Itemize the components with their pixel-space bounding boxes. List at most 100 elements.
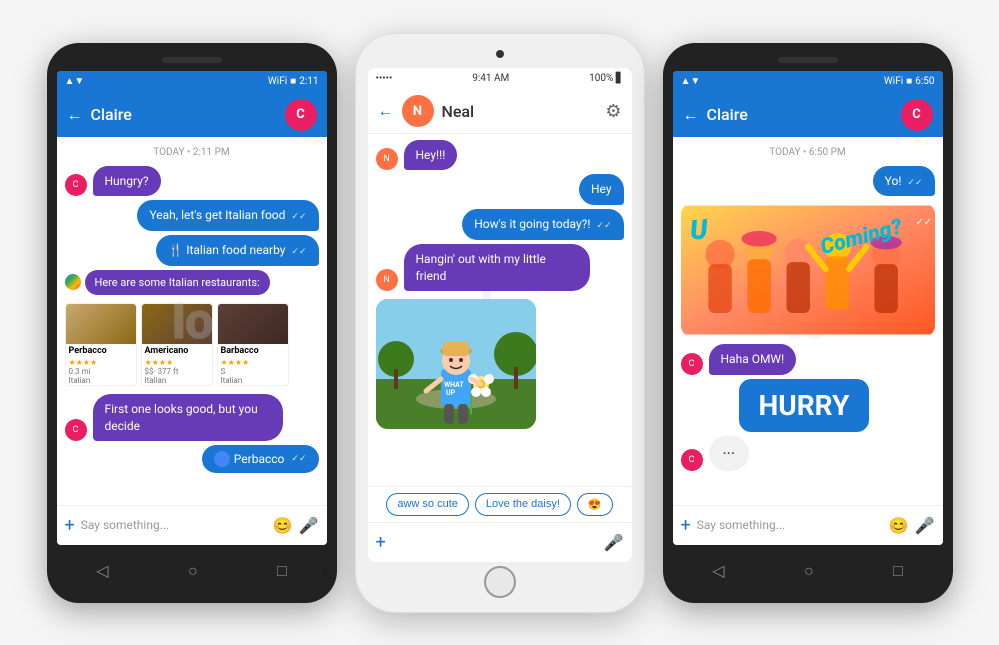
card-name-1: Perbacco [66, 344, 136, 358]
screen-left: ▲▼ WiFi ■ 2:11 ← Claire C Io TODAY • 2:1… [57, 71, 327, 545]
home-nav-right[interactable]: ○ [804, 561, 814, 581]
child-photo-svg: WHAT UP [376, 299, 536, 429]
photo-placeholder-center: WHAT UP [376, 299, 536, 429]
status-bar-right: ▲▼ WiFi ■ 6:50 [673, 71, 943, 93]
date-label-right: TODAY • 6:50 PM [681, 147, 935, 158]
avatar-c1: N [376, 148, 398, 170]
bubble-r3: Haha OMW! [709, 344, 797, 375]
plus-button-left[interactable]: + [65, 515, 75, 536]
status-left-info: ▲▼ [65, 76, 85, 87]
speaker-right [778, 57, 838, 63]
phone-right: ▲▼ WiFi ■ 6:50 ← Claire C Io TODAY • 6:5… [663, 43, 953, 603]
msg-row-m4: Here are some Italian restaurants: [65, 270, 319, 295]
chat-header-center: ← N Neal ⚙ [368, 90, 632, 134]
avatar-left: C [285, 99, 317, 131]
screen-right: ▲▼ WiFi ■ 6:50 ← Claire C Io TODAY • 6:5… [673, 71, 943, 545]
nav-bar-right: ◁ ○ □ [673, 553, 943, 589]
msg-row-m2: Yeah, let's get Italian food ✓✓ [65, 200, 319, 231]
message-input-left[interactable]: Say something... [81, 518, 267, 532]
group-photo-container: U Coming? ✓✓ [681, 204, 935, 336]
emoji-button-right[interactable]: 😊 [889, 516, 909, 535]
card-img-2 [142, 304, 212, 344]
nav-bar-left: ◁ ○ □ [57, 553, 327, 589]
chat-area-left: Io TODAY • 2:11 PM C Hungry? Yeah, let's… [57, 137, 327, 505]
bubble-c3: How's it going today?! ✓✓ [462, 209, 623, 240]
input-bar-left[interactable]: + Say something... 😊 🎤 [57, 505, 327, 545]
msg-row-m6: C First one looks good, but you decide [65, 394, 319, 442]
mic-button-left[interactable]: 🎤 [299, 516, 319, 535]
card-info-2: $$· 377 ft [142, 367, 212, 376]
card-img-1 [66, 304, 136, 344]
chat-area-right: Io TODAY • 6:50 PM Yo! ✓✓ [673, 137, 943, 505]
bubble-r4: HURRY [739, 379, 870, 432]
status-right-center: 100% ▋ [589, 73, 623, 84]
message-input-right[interactable]: Say something... [697, 518, 883, 532]
contact-name-center: Neal [442, 102, 598, 121]
status-bar-left: ▲▼ WiFi ■ 2:11 [57, 71, 327, 93]
screen-center: ••••• 9:41 AM 100% ▋ ← N Neal ⚙ Io N Hey… [368, 68, 632, 562]
restaurant-card-1[interactable]: Perbacco ★★★★ 0.3 mi Italian [65, 303, 137, 386]
status-signal-center: ••••• [376, 73, 393, 84]
msg-row-c1: N Hey!!! [376, 140, 624, 171]
card-stars-3: ★★★★ [218, 358, 288, 367]
card-name-2: Americano [142, 344, 212, 358]
recents-nav-left[interactable]: □ [277, 561, 287, 581]
bubble-m3: 🍴 Italian food nearby ✓✓ [156, 235, 318, 266]
smart-reply-1[interactable]: aww so cute [386, 493, 469, 516]
msg-row-r1: Yo! ✓✓ [681, 166, 935, 197]
msg-row-m3: 🍴 Italian food nearby ✓✓ [65, 235, 319, 266]
bubble-r1: Yo! ✓✓ [873, 166, 935, 197]
bubble-m1: Hungry? [93, 166, 161, 197]
avatar-center: N [402, 95, 434, 127]
bubble-m7: Perbacco ✓✓ [202, 445, 319, 473]
input-bar-center[interactable]: + 🎤 [368, 522, 632, 562]
home-nav-left[interactable]: ○ [188, 561, 198, 581]
card-stars-1: ★★★★ [66, 358, 136, 367]
smart-reply-3[interactable]: 😍 [577, 493, 613, 516]
home-button-area [368, 562, 632, 602]
perbacco-text: Perbacco [234, 452, 285, 466]
back-button-right[interactable]: ← [683, 105, 699, 125]
restaurant-card-2[interactable]: Americano ★★★★ $$· 377 ft Italian [141, 303, 213, 386]
recents-nav-right[interactable]: □ [893, 561, 903, 581]
card-type-1: Italian [66, 376, 136, 385]
phone-center: ••••• 9:41 AM 100% ▋ ← N Neal ⚙ Io N Hey… [355, 33, 645, 613]
home-button[interactable] [484, 566, 516, 598]
restaurant-cards: Perbacco ★★★★ 0.3 mi Italian Americano ★… [65, 303, 319, 386]
wifi-icon-right: WiFi [884, 76, 903, 87]
mic-button-center[interactable]: 🎤 [604, 533, 624, 552]
chat-area-center: Io N Hey!!! Hey How's it going today?! ✓… [368, 134, 632, 486]
back-button-center[interactable]: ← [378, 101, 394, 121]
plus-button-center[interactable]: + [376, 532, 386, 553]
gear-icon-center[interactable]: ⚙ [605, 101, 621, 122]
assistant-bubble: Here are some Italian restaurants: [85, 270, 270, 295]
bubble-r5: ··· [709, 436, 750, 471]
msg-row-m7: Perbacco ✓✓ [65, 445, 319, 473]
restaurant-card-3[interactable]: Barbacco ★★★★ S Italian [217, 303, 289, 386]
msg-row-r4: HURRY [709, 379, 935, 432]
back-nav-left[interactable]: ◁ [96, 561, 108, 580]
plus-button-right[interactable]: + [681, 515, 691, 536]
mic-button-right[interactable]: 🎤 [915, 516, 935, 535]
msg-row-m1: C Hungry? [65, 166, 319, 197]
smart-reply-2[interactable]: Love the daisy! [475, 493, 571, 516]
card-img-3 [218, 304, 288, 344]
status-right-info: WiFi ■ 2:11 [268, 76, 319, 87]
group-photo-svg: U Coming? ✓✓ [681, 204, 935, 336]
avatar-right: C [901, 99, 933, 131]
avatar-m6: C [65, 419, 87, 441]
msg-row-c2: Hey [376, 174, 624, 205]
chat-header-left: ← Claire C [57, 93, 327, 137]
status-right-right: WiFi ■ 6:50 [884, 76, 935, 87]
time-center: 9:41 AM [472, 73, 509, 84]
card-info-3: S [218, 367, 288, 376]
back-button-left[interactable]: ← [67, 105, 83, 125]
input-bar-right[interactable]: + Say something... 😊 🎤 [673, 505, 943, 545]
emoji-button-left[interactable]: 😊 [273, 516, 293, 535]
assistant-icon [65, 274, 81, 290]
back-nav-right[interactable]: ◁ [712, 561, 724, 580]
card-name-3: Barbacco [218, 344, 288, 358]
msg-row-r5: C ··· [681, 436, 935, 471]
camera-dot-center [496, 50, 504, 58]
card-type-3: Italian [218, 376, 288, 385]
